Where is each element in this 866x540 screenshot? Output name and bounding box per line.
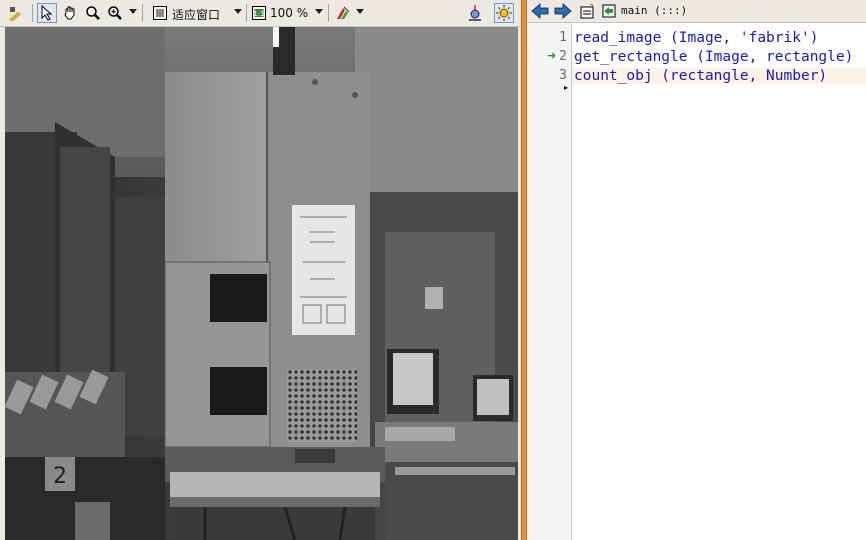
editor-toolbar: main (:::) bbox=[527, 0, 866, 23]
color-palette-icon[interactable] bbox=[333, 3, 353, 23]
image-display[interactable]: 2 bbox=[5, 27, 518, 540]
pointer-icon[interactable] bbox=[37, 3, 57, 23]
code-line-2[interactable]: get_rectangle (Image, rectangle) bbox=[574, 49, 853, 65]
zoom-dropdown-icon[interactable] bbox=[129, 9, 137, 14]
svg-text:2: 2 bbox=[53, 464, 67, 489]
zoom-percent-dropdown-icon[interactable] bbox=[315, 9, 323, 14]
line-number: 3 bbox=[559, 68, 567, 83]
graphics-window: 适应窗口 1:1 100 % 2 bbox=[0, 0, 521, 540]
zoom-mode-label[interactable]: 适应窗口 bbox=[172, 6, 220, 23]
forward-arrow-icon[interactable] bbox=[553, 1, 573, 21]
insert-cursor-icon: ▸ bbox=[564, 83, 569, 92]
svg-text:1:1: 1:1 bbox=[253, 10, 264, 18]
line-number: 1 bbox=[559, 30, 567, 45]
fit-window-icon[interactable] bbox=[150, 3, 170, 23]
procedure-name[interactable]: main (:::) bbox=[621, 4, 687, 17]
code-line-3[interactable]: count_obj (rectangle, Number) bbox=[572, 68, 866, 84]
zoom-percent-value[interactable]: 100 % bbox=[270, 6, 308, 20]
hand-pan-icon[interactable] bbox=[60, 3, 80, 23]
procedure-icon bbox=[599, 1, 619, 21]
zoom-mode-dropdown-icon[interactable] bbox=[234, 9, 242, 14]
inspect-tool-icon[interactable] bbox=[465, 3, 485, 23]
program-editor: main (:::) 1 ➜ 2 3 ▸ read_image (Image, … bbox=[527, 0, 866, 540]
color-dropdown-icon[interactable] bbox=[356, 9, 364, 14]
settings-sun-icon[interactable] bbox=[494, 3, 514, 23]
line-number: 2 bbox=[559, 49, 567, 64]
back-arrow-icon[interactable] bbox=[530, 1, 550, 21]
insert-procedure-icon[interactable] bbox=[577, 1, 597, 21]
zoom-in-icon[interactable] bbox=[105, 3, 125, 23]
edit-pencil-icon[interactable] bbox=[6, 3, 26, 23]
zoom-percent-icon[interactable]: 1:1 bbox=[249, 3, 269, 23]
factory-image: 2 bbox=[5, 27, 518, 540]
line-number-gutter: 1 ➜ 2 3 ▸ bbox=[527, 23, 572, 540]
graphics-toolbar: 适应窗口 1:1 100 % bbox=[0, 0, 521, 27]
code-line-1[interactable]: read_image (Image, 'fabrik') bbox=[574, 30, 818, 46]
magnifier-icon[interactable] bbox=[83, 3, 103, 23]
